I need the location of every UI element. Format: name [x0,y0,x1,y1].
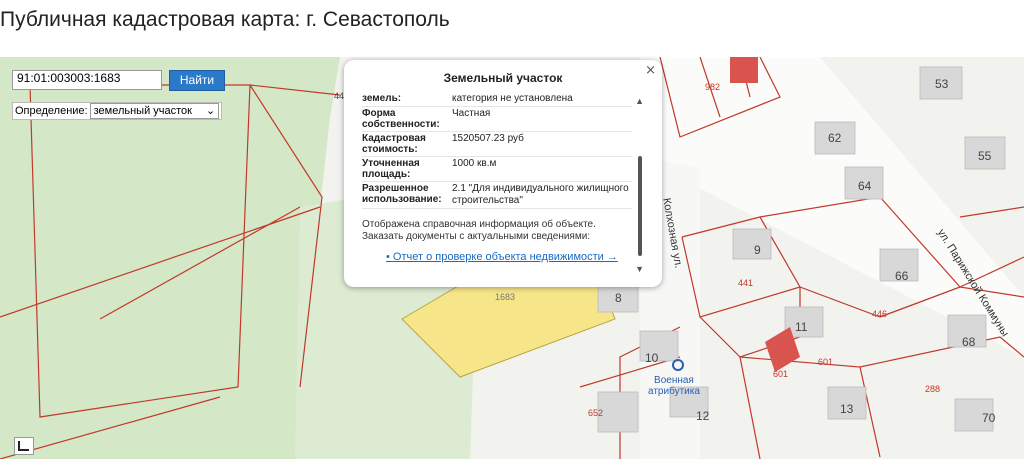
house-number: 44 [334,91,345,101]
house-number: 53 [935,77,949,91]
house-number: 62 [828,131,842,145]
popup-title: Земельный участок [443,71,563,85]
info-row: земель: категория не установлена [362,92,632,107]
definition-control: Определение: земельный участок ⌄ [12,102,223,120]
poi-label-line: Военная [654,375,694,386]
popup-note-line: Заказать документы с актуальными сведени… [362,231,591,242]
house-number: 10 [645,351,659,365]
house-number: 11 [795,320,808,334]
chevron-down-icon: ⌄ [206,105,216,117]
popup-note: Отображена справочная информация об объе… [362,219,632,243]
scroll-down-icon[interactable]: ▼ [635,264,644,274]
cadastral-search-input[interactable]: 91:01:003003:1683 [12,70,162,90]
poi-label: Военная атрибутика [648,375,700,397]
info-row: Форма собственности: Частная [362,107,632,132]
house-number: 70 [982,411,996,425]
parcel-number: 441 [738,278,754,288]
house-number: 13 [840,402,854,416]
house-number: 68 [962,335,976,349]
info-key: Кадастровая стоимость: [362,133,426,155]
house-number: 64 [858,179,872,193]
property-report-link[interactable]: • Отчет о проверке объекта недвижимости … [386,251,632,263]
house-number: 8 [615,291,622,305]
parcel-number: 652 [588,408,604,418]
definition-select[interactable]: земельный участок ⌄ [89,103,220,119]
search-button[interactable]: Найти [169,70,225,91]
info-value: 1520507.23 руб [452,133,524,144]
info-key: Форма собственности: [362,108,440,130]
info-key: Разрешенное использование: [362,183,442,205]
definition-selected-value: земельный участок [93,105,192,117]
poi-label-line: атрибутика [648,386,700,397]
parcel-number: 601 [773,369,789,379]
scroll-up-icon[interactable]: ▲ [635,96,644,106]
info-value: 1000 кв.м [452,158,497,169]
page-title: Публичная кадастровая карта: г. Севастоп… [0,8,450,31]
info-value: Частная [452,108,491,119]
info-value: категория не установлена [452,93,573,104]
parcel-number: 601 [818,357,834,367]
info-key: Уточненная площадь: [362,158,420,180]
parcel-number: 982 [705,82,721,92]
layers-icon[interactable] [14,437,34,455]
parcel-number: 1683 [495,292,516,302]
property-report-link-text[interactable]: Отчет о проверке объекта недвижимости → [393,251,618,263]
info-row: Кадастровая стоимость: 1520507.23 руб [362,132,632,157]
scrollbar-thumb[interactable] [638,156,642,256]
house-number: 66 [895,269,909,283]
layers-icon-glyph [18,441,29,451]
house-number: 9 [754,243,761,257]
info-value: 2.1 "Для индивидуального жилищного строи… [452,183,629,206]
house-number: 55 [978,149,992,163]
info-row: Уточненная площадь: 1000 кв.м [362,157,632,182]
popup-note-line: Отображена справочная информация об объе… [362,219,596,230]
parcel-number: 446 [872,309,888,319]
red-building [730,57,758,83]
parcel-number: 288 [925,384,941,394]
house-number: 12 [696,409,710,423]
parcel-info-popup: × Земельный участок земель: категория не… [344,60,662,287]
definition-label: Определение: [15,105,88,117]
info-row: Разрешенное использование: 2.1 "Для инди… [362,182,632,209]
popup-body: земель: категория не установлена Форма с… [362,92,632,282]
info-key: земель: [362,93,402,104]
